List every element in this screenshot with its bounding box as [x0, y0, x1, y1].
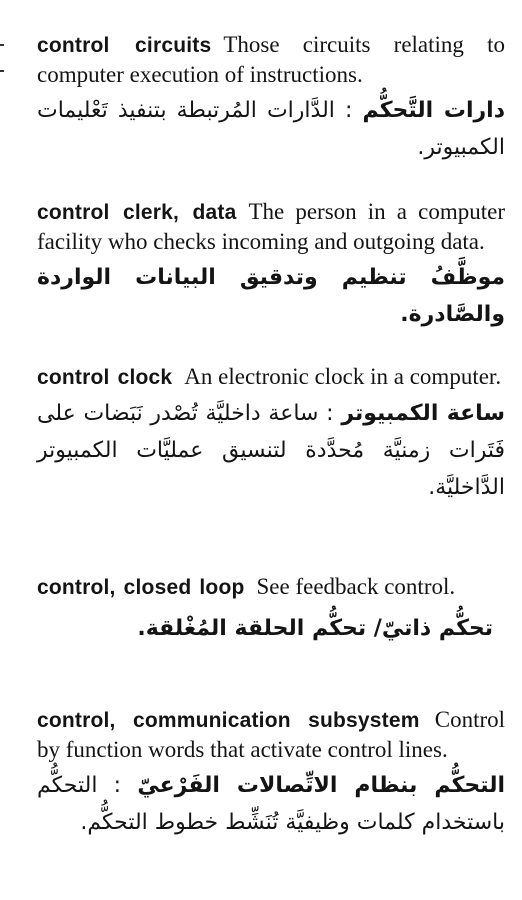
arabic-entry: ساعة الكمبيوتر : ساعة داخليَّة تُصْدر نَ…	[37, 395, 505, 506]
english-entry: control, communication subsystem Control…	[37, 705, 505, 764]
arabic-term: التحكُّم بنظام الاتِّصالات الفَرْعيّ	[137, 773, 506, 798]
arabic-entry: موظَّفُ تنظيم وتدقيق البيانات الواردة وا…	[37, 259, 505, 333]
entry-term: control, communication subsystem	[37, 709, 420, 732]
english-entry: control circuits Those circuits relating …	[37, 30, 505, 89]
dictionary-entry: control clock An electronic clock in a co…	[37, 362, 505, 506]
english-entry: control clock An electronic clock in a co…	[37, 362, 505, 392]
dictionary-entry: control, communication subsystem Control…	[37, 705, 505, 841]
arabic-entry: التحكُّم بنظام الاتِّصالات الفَرْعيّ : ا…	[37, 767, 505, 841]
english-entry: control, closed loop See feedback control…	[37, 572, 505, 602]
entry-term: control clock	[37, 366, 173, 389]
margin-mark	[0, 44, 4, 46]
english-entry: control clerk, data The person in a compu…	[37, 197, 505, 256]
entry-term: control clerk, data	[37, 201, 237, 224]
arabic-term: دارات التَّحكُّم	[362, 98, 505, 123]
entry-definition: An electronic clock in a computer.	[184, 364, 502, 389]
arabic-definition: موظَّفُ تنظيم وتدقيق البيانات الواردة وا…	[37, 265, 505, 327]
dictionary-entry: control circuits Those circuits relating …	[37, 30, 505, 166]
arabic-separator: :	[318, 401, 342, 426]
arabic-entry: تحكُّم ذاتيّ/ تحكُّم الحلقة المُغْلقة.	[37, 610, 505, 647]
entry-definition: See feedback control.	[256, 574, 456, 599]
entry-term: control circuits	[37, 34, 212, 57]
margin-mark	[0, 70, 4, 72]
arabic-entry: دارات التَّحكُّم : الدَّارات المُرتبطة ب…	[37, 92, 505, 166]
arabic-separator: :	[97, 773, 138, 798]
arabic-definition: تحكُّم ذاتيّ/ تحكُّم الحلقة المُغْلقة.	[137, 616, 493, 641]
entry-term: control, closed loop	[37, 576, 245, 599]
dictionary-page: control circuits Those circuits relating …	[0, 0, 522, 900]
arabic-separator: :	[334, 98, 363, 123]
dictionary-entry: control clerk, data The person in a compu…	[37, 197, 505, 333]
dictionary-entry: control, closed loop See feedback control…	[37, 572, 505, 647]
arabic-term: ساعة الكمبيوتر	[341, 401, 505, 426]
